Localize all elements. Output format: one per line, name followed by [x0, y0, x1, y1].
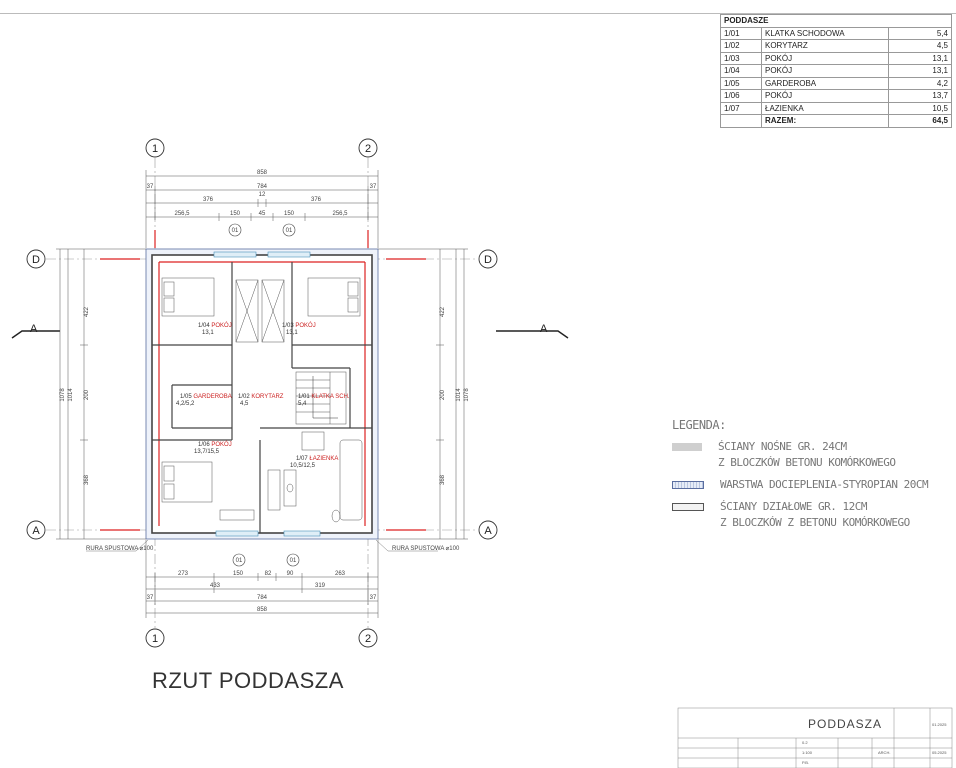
dim-bottom-r2-a: 433: [210, 583, 221, 589]
room-area-1-02: 4,5: [240, 401, 249, 407]
dim-bottom-edge-l: 37: [147, 595, 154, 601]
room-area-1-07: 10,5/12,5: [290, 463, 316, 469]
dim-right-422: 422: [440, 306, 446, 317]
pipe-label-right: RURA SPUSTOWA ⌀100: [392, 546, 460, 552]
section-mark-01-c: 01: [236, 558, 243, 564]
room-label-1-07: 1/07 ŁAZIENKA: [296, 456, 338, 462]
room-label-1-06: 1/06 POKÓJ: [198, 441, 232, 448]
dim-top-r4-b: 150: [230, 211, 241, 217]
axis-label-left-d: D: [32, 254, 40, 266]
axis-label-right-d: D: [484, 254, 492, 266]
dim-bottom-r1-b: 150: [233, 571, 244, 577]
scale-value: 1:100: [802, 750, 813, 755]
section-mark-01-d: 01: [290, 558, 297, 564]
room-label-1-01: 1/01 KLATKA SCH.: [298, 394, 350, 400]
dim-top-inner: 784: [257, 184, 268, 190]
room-area-1-01: 5,4: [298, 401, 307, 407]
title-block: PODDASZA 0.2 1:100 P.B. ARCH. 01.2025 05…: [678, 708, 952, 768]
dim-left-200: 200: [84, 389, 90, 400]
axis-label-bottom-2: 2: [365, 633, 371, 645]
dim-top-r3-a: 376: [203, 197, 214, 203]
dim-right-368: 368: [440, 474, 446, 485]
dim-left-422: 422: [84, 306, 90, 317]
floor-plan-drawing: 1 2 1 2 D A D A A A 858 784 37 37 376 12…: [11, 138, 953, 768]
dim-right-1014: 1014: [456, 388, 462, 402]
dim-bottom-r2-b: 319: [315, 583, 326, 589]
start-date: 01.2025: [932, 722, 947, 727]
dim-bottom-r1-e: 263: [335, 571, 346, 577]
sheet-title: PODDASZA: [808, 717, 883, 731]
partition-wall-swatch: [672, 503, 704, 511]
legend-title: LEGENDA:: [672, 418, 726, 432]
room-label-1-03: 1/03 POKÓJ: [282, 322, 316, 329]
section-label-right: A: [540, 323, 548, 335]
bearing-wall-swatch: [672, 443, 702, 451]
room-area-1-05: 4,2/5,2: [176, 401, 195, 407]
legend-item-insulation: WARSTWA DOCIEPLENIA-STYROPIAN 20CM: [672, 477, 952, 493]
dim-top-r4-e: 256,5: [332, 211, 348, 217]
room-area-1-03: 13,1: [286, 330, 298, 336]
dim-top-r4-d: 150: [284, 211, 295, 217]
axis-label-top-1: 1: [152, 143, 158, 155]
dim-bottom-r1-c: 82: [265, 571, 272, 577]
axis-label-left-a: A: [32, 525, 40, 537]
dim-top-edge-r: 37: [370, 184, 377, 190]
room-label-1-02: 1/02 KORYTARZ: [238, 394, 284, 400]
section-mark-01-a: 01: [232, 228, 239, 234]
dim-bottom-inner: 784: [257, 595, 268, 601]
plan-title: RZUT PODDASZA: [152, 668, 344, 693]
dim-right-1078: 1078: [464, 388, 470, 402]
room-area-1-06: 13,7/15,5: [194, 449, 220, 455]
axis-label-right-a: A: [484, 525, 492, 537]
section-marker-right: [496, 330, 569, 339]
room-label-1-05: 1/05 GARDEROBA: [180, 394, 232, 400]
dim-top-r3-b: 12: [259, 192, 266, 198]
legend-item-partition-walls: ŚCIANY DZIAŁOWE GR. 12CM Z BLOCZKÓW Z BET…: [672, 499, 952, 531]
dim-bottom-r1-d: 90: [287, 571, 294, 577]
dim-top-r3-c: 376: [311, 197, 322, 203]
dim-top-overall: 858: [257, 170, 268, 176]
section-mark-01-b: 01: [286, 228, 293, 234]
legend-item-bearing-walls: ŚCIANY NOŚNE GR. 24CM Z BLOCZKÓW BETONU K…: [672, 439, 952, 471]
dim-bottom-r1-a: 273: [178, 571, 189, 577]
issue-date: 05.2025: [932, 750, 947, 755]
dim-top-r4-c: 45: [259, 211, 266, 217]
room-area-1-04: 13,1: [202, 330, 214, 336]
dim-right-200: 200: [440, 389, 446, 400]
axis-label-top-2: 2: [365, 143, 371, 155]
branch-value: ARCH.: [878, 750, 891, 755]
insulation-swatch: [672, 481, 704, 489]
dim-top-edge-l: 37: [147, 184, 154, 190]
room-label-1-04: 1/04 POKÓJ: [198, 322, 232, 329]
dim-left-1078: 1078: [60, 388, 66, 402]
dim-top-r4-a: 256,5: [174, 211, 190, 217]
sheet-number: 0.2: [802, 740, 808, 745]
dim-bottom-edge-r: 37: [370, 595, 377, 601]
top-dimensions: [145, 170, 379, 248]
axis-label-bottom-1: 1: [152, 633, 158, 645]
phase-value: P.B.: [802, 760, 810, 765]
legend: LEGENDA: ŚCIANY NOŚNE GR. 24CM Z BLOCZKÓW…: [672, 418, 952, 537]
dim-left-1014: 1014: [68, 388, 74, 402]
section-label-left: A: [30, 323, 38, 335]
dim-bottom-overall: 858: [257, 607, 268, 613]
dim-left-368: 368: [84, 474, 90, 485]
pipe-label-left: RURA SPUSTOWA ⌀100: [86, 546, 154, 552]
